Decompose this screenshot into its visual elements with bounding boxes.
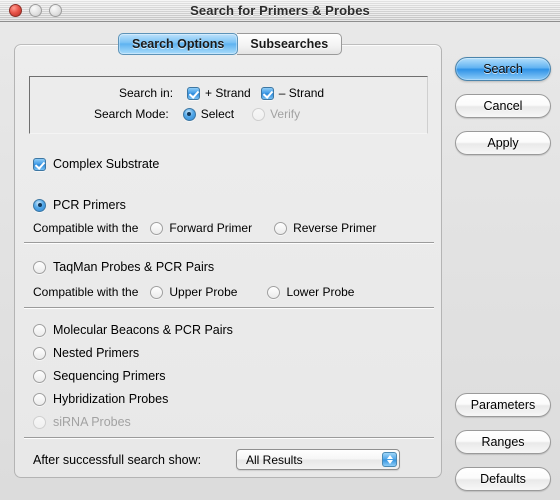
sirna-probes-label: siRNA Probes xyxy=(53,415,131,429)
cancel-button[interactable]: Cancel xyxy=(455,94,551,118)
complex-substrate-checkbox[interactable] xyxy=(33,157,46,171)
title-bar: Search for Primers & Probes xyxy=(0,0,560,22)
taqman-compatible-row: Compatible with the Upper Probe Lower Pr… xyxy=(33,285,354,299)
hybridization-probes-label[interactable]: Hybridization Probes xyxy=(53,392,168,406)
sequencing-primers-label[interactable]: Sequencing Primers xyxy=(53,369,166,383)
dialog-window: Search for Primers & Probes Search Optio… xyxy=(0,0,560,500)
molecular-beacons-label[interactable]: Molecular Beacons & PCR Pairs xyxy=(53,323,233,337)
pcr-primers-row[interactable]: PCR Primers xyxy=(33,198,126,212)
parameters-button[interactable]: Parameters xyxy=(455,393,551,417)
pcr-primers-label[interactable]: PCR Primers xyxy=(53,198,126,212)
search-in-row: Search in: + Strand – Strand xyxy=(119,86,324,100)
tab-subsearches[interactable]: Subsearches xyxy=(237,33,343,55)
window-title: Search for Primers & Probes xyxy=(190,3,370,18)
mode-select-radio[interactable] xyxy=(182,107,196,121)
plus-strand-checkbox[interactable] xyxy=(187,86,201,100)
tab-bar: Search Options Subsearches xyxy=(118,33,343,55)
forward-primer-label[interactable]: Forward Primer xyxy=(169,221,252,235)
search-button[interactable]: Search xyxy=(455,57,551,81)
sirna-probes-radio xyxy=(33,415,46,429)
complex-substrate-row[interactable]: Complex Substrate xyxy=(33,157,159,171)
apply-button[interactable]: Apply xyxy=(455,131,551,155)
separator-3 xyxy=(24,437,434,438)
molecular-beacons-radio[interactable] xyxy=(33,323,46,337)
pcr-primers-radio[interactable] xyxy=(33,198,46,212)
ranges-button[interactable]: Ranges xyxy=(455,430,551,454)
taqman-radio[interactable] xyxy=(33,260,46,274)
lower-probe-label[interactable]: Lower Probe xyxy=(286,285,354,299)
minus-strand-checkbox[interactable] xyxy=(260,86,274,100)
search-mode-label: Search Mode: xyxy=(94,107,169,121)
after-search-row: After successfull search show: xyxy=(33,453,201,467)
search-mode-row: Search Mode: Select Verify xyxy=(94,107,300,121)
hybridization-probes-row[interactable]: Hybridization Probes xyxy=(33,392,168,406)
taqman-compatible-label: Compatible with the xyxy=(33,285,139,299)
sirna-probes-row: siRNA Probes xyxy=(33,415,131,429)
nested-primers-row[interactable]: Nested Primers xyxy=(33,346,139,360)
mode-select-label[interactable]: Select xyxy=(201,107,234,121)
after-search-label: After successfull search show: xyxy=(33,453,202,467)
search-in-label: Search in: xyxy=(119,86,174,100)
minus-strand-label[interactable]: – Strand xyxy=(279,86,324,100)
reverse-primer-radio[interactable] xyxy=(274,221,288,235)
pcr-compatible-label: Compatible with the xyxy=(33,221,139,235)
separator-1 xyxy=(24,242,434,243)
forward-primer-radio[interactable] xyxy=(150,221,164,235)
hybridization-probes-radio[interactable] xyxy=(33,392,46,406)
pcr-compatible-row: Compatible with the Forward Primer Rever… xyxy=(33,221,376,235)
after-search-value: All Results xyxy=(246,453,303,467)
reverse-primer-label[interactable]: Reverse Primer xyxy=(293,221,376,235)
plus-strand-label[interactable]: + Strand xyxy=(205,86,251,100)
upper-probe-label[interactable]: Upper Probe xyxy=(169,285,237,299)
mode-verify-radio xyxy=(252,107,266,121)
complex-substrate-label[interactable]: Complex Substrate xyxy=(53,157,159,171)
nested-primers-label[interactable]: Nested Primers xyxy=(53,346,139,360)
molecular-beacons-row[interactable]: Molecular Beacons & PCR Pairs xyxy=(33,323,233,337)
after-search-popup[interactable]: All Results xyxy=(236,449,400,470)
search-options-panel: Search in: + Strand – Strand Search Mode… xyxy=(14,44,442,478)
lower-probe-radio[interactable] xyxy=(267,285,281,299)
chevron-updown-icon xyxy=(382,452,397,467)
mode-verify-label: Verify xyxy=(270,107,301,121)
sequencing-primers-radio[interactable] xyxy=(33,369,46,383)
strand-mode-groupbox: Search in: + Strand – Strand Search Mode… xyxy=(29,76,428,134)
taqman-label[interactable]: TaqMan Probes & PCR Pairs xyxy=(53,260,214,274)
sequencing-primers-row[interactable]: Sequencing Primers xyxy=(33,369,166,383)
nested-primers-radio[interactable] xyxy=(33,346,46,360)
defaults-button[interactable]: Defaults xyxy=(455,467,551,491)
taqman-row[interactable]: TaqMan Probes & PCR Pairs xyxy=(33,260,214,274)
upper-probe-radio[interactable] xyxy=(150,285,164,299)
separator-2 xyxy=(24,307,434,308)
tab-search-options[interactable]: Search Options xyxy=(118,33,239,55)
